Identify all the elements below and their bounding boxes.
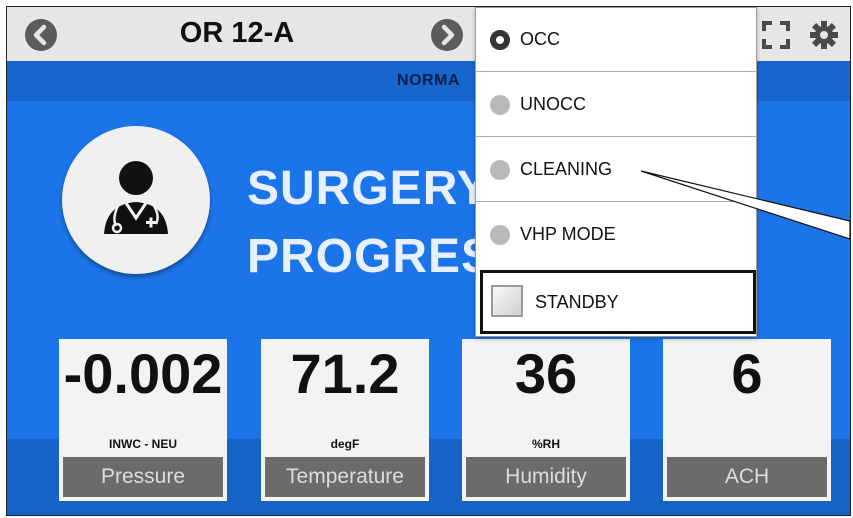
screen-frame: OR 12-A NORMA SURGERY PROGRES -0.002 INW… (6, 6, 851, 516)
next-room-button[interactable] (431, 19, 463, 51)
pressure-tile[interactable]: -0.002 INWC - NEU Pressure (59, 339, 227, 501)
fullscreen-button[interactable] (761, 20, 791, 50)
temperature-label: Temperature (265, 457, 425, 497)
dropdown-option-cleaning[interactable]: CLEANING (476, 138, 756, 202)
dropdown-option-occ[interactable]: OCC (476, 8, 756, 72)
gear-icon (810, 21, 838, 49)
pressure-label: Pressure (63, 457, 223, 497)
dropdown-option-unocc[interactable]: UNOCC (476, 73, 756, 137)
radio-unselected-icon (490, 225, 510, 245)
settings-button[interactable] (809, 20, 839, 50)
dropdown-option-label: UNOCC (520, 94, 586, 114)
dropdown-option-label: OCC (520, 29, 560, 49)
temperature-unit: degF (330, 437, 360, 451)
room-mode-avatar[interactable] (62, 126, 210, 274)
doctor-icon (104, 161, 168, 234)
humidity-label: Humidity (466, 457, 626, 497)
ach-label: ACH (667, 457, 827, 497)
ach-value: 6 (731, 342, 763, 405)
room-title: OR 12-A (179, 17, 295, 49)
room-mode-line2: PROGRES (247, 230, 495, 283)
chevron-right-icon (441, 24, 455, 46)
humidity-value: 36 (514, 342, 578, 405)
temperature-value: 71.2 (290, 342, 400, 405)
previous-room-button[interactable] (25, 19, 57, 51)
room-mode-line1: SURGERY (247, 162, 490, 215)
standby-label: STANDBY (535, 292, 619, 312)
dropdown-option-vhp-mode[interactable]: VHP MODE (476, 203, 756, 266)
pressure-unit: INWC - NEU (109, 437, 177, 451)
occupancy-mode-dropdown: OCC UNOCC CLEANING VHP MODE STANDBY (475, 7, 757, 337)
standby-checkbox[interactable] (491, 285, 523, 317)
pressure-value: -0.002 (63, 342, 223, 405)
radio-unselected-icon (490, 95, 510, 115)
humidity-unit: %RH (531, 437, 560, 451)
chevron-left-icon (33, 24, 47, 46)
radio-unselected-icon (490, 160, 510, 180)
ach-tile[interactable]: 6 ACH (663, 339, 831, 501)
fullscreen-icon (762, 21, 790, 49)
humidity-tile[interactable]: 36 %RH Humidity (462, 339, 630, 501)
dropdown-option-label: VHP MODE (520, 224, 616, 244)
dropdown-option-label: CLEANING (520, 159, 613, 179)
radio-selected-icon (490, 30, 510, 50)
temperature-tile[interactable]: 71.2 degF Temperature (261, 339, 429, 501)
standby-option[interactable]: STANDBY (480, 270, 756, 334)
